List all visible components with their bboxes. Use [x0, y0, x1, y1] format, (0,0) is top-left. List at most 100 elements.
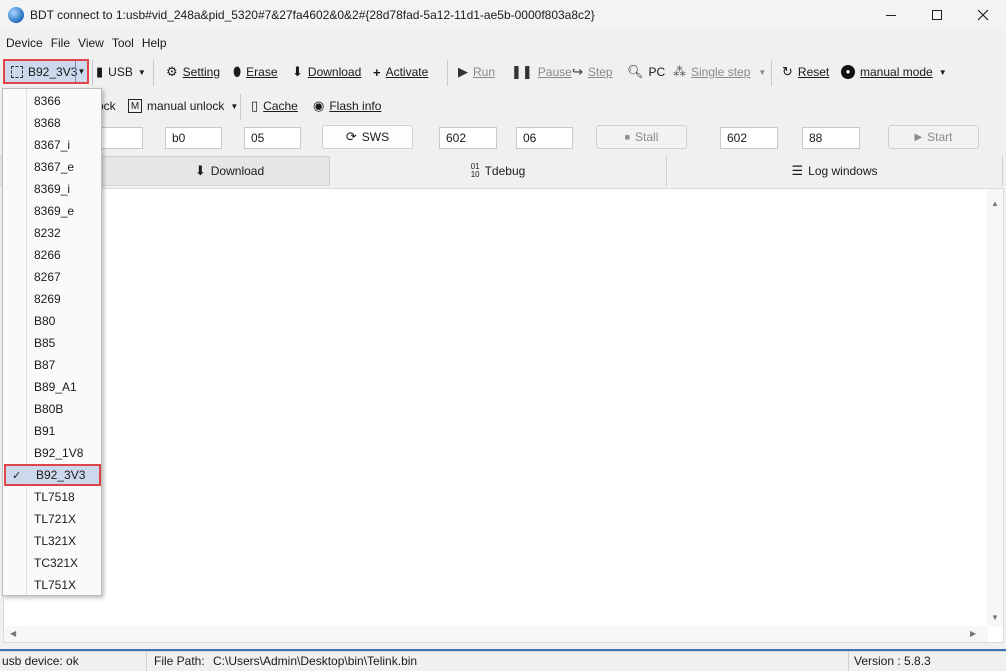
manual-unlock-selector[interactable]: M manual unlock ▼ [128, 94, 238, 118]
menu-tool[interactable]: Tool [112, 36, 134, 50]
footsteps-icon: ⁂ [673, 64, 686, 79]
status-divider [146, 652, 147, 671]
run-button[interactable]: ▶ Run [458, 60, 495, 84]
chip-option[interactable]: B80 [4, 310, 101, 332]
chip-option-label: B89_A1 [34, 380, 77, 394]
chip-option[interactable]: B91 [4, 420, 101, 442]
chip-option[interactable]: 8269 [4, 288, 101, 310]
chip-option-label: TL321X [34, 534, 77, 548]
single-step-selector[interactable]: ⁂ Single step ▼ [673, 60, 766, 84]
usb-selector[interactable]: ▮ USB ▼ [96, 60, 146, 84]
hex-field-5[interactable]: 602 [720, 127, 778, 149]
flash-info-label: Flash info [329, 99, 382, 113]
run-icon: ▶ [458, 64, 468, 79]
scroll-down-icon[interactable]: ▼ [991, 613, 999, 622]
pc-button[interactable]: 🔍︎ PC [627, 60, 665, 84]
file-path-label: File Path: [154, 654, 205, 668]
maximize-icon [932, 10, 942, 20]
erase-button[interactable]: ⬮ Erase [233, 60, 278, 84]
chip-option[interactable]: 8266 [4, 244, 101, 266]
menu-file[interactable]: File [51, 36, 70, 50]
chip-option[interactable]: 8267 [4, 266, 101, 288]
sd-card-icon: ▯ [251, 98, 259, 113]
pause-button[interactable]: ❚❚ Pause [511, 60, 572, 84]
sws-button[interactable]: ⟳ SWS [322, 125, 413, 149]
chip-option[interactable]: B80B [4, 398, 101, 420]
m-icon: M [128, 99, 142, 113]
menu-device[interactable]: Device [6, 36, 43, 50]
vertical-scrollbar[interactable]: ▲ ▼ [987, 189, 1003, 627]
tab-log-windows[interactable]: ☰ Log windows [667, 156, 1003, 186]
sws-label: SWS [361, 130, 390, 144]
toolbar-separator [771, 60, 772, 86]
stall-button[interactable]: ■ Stall [596, 125, 687, 149]
reset-label: Reset [797, 65, 830, 79]
chip-icon [11, 65, 23, 78]
chip-option-label: TL7518 [34, 490, 75, 504]
play-icon: ▶ [914, 131, 923, 143]
minimize-button[interactable] [868, 0, 914, 30]
chip-option[interactable]: 8367_i [4, 134, 101, 156]
chip-option-label: 8267 [34, 270, 61, 284]
chip-option[interactable]: 8368 [4, 112, 101, 134]
hex-field-1[interactable]: b0 [165, 127, 222, 149]
menu-view[interactable]: View [78, 36, 104, 50]
chip-option[interactable]: 8232 [4, 222, 101, 244]
hex-field-3[interactable]: 602 [439, 127, 497, 149]
scroll-up-icon[interactable]: ▲ [991, 199, 999, 208]
app-globe-icon [8, 7, 24, 23]
close-button[interactable] [960, 0, 1006, 30]
chip-option-label: B92_1V8 [34, 446, 84, 460]
cache-button[interactable]: ▯ Cache [251, 94, 298, 118]
content-area[interactable]: ▲ ▼ ◀ ▶ [3, 188, 1004, 643]
chevron-down-icon[interactable]: ▼ [75, 61, 87, 82]
hex-field-6[interactable]: 88 [802, 127, 860, 149]
menu-help[interactable]: Help [142, 36, 167, 50]
tab-tdebug[interactable]: 01 10 Tdebug [330, 156, 667, 186]
erase-label: Erase [246, 65, 278, 79]
run-label: Run [473, 65, 496, 79]
chip-option-label: 8269 [34, 292, 61, 306]
chip-option[interactable]: TL321X [4, 530, 101, 552]
chip-option[interactable]: 8369_e [4, 200, 101, 222]
chip-option[interactable]: B89_A1 [4, 376, 101, 398]
step-button[interactable]: ↪ Step [572, 60, 613, 84]
step-label: Step [587, 65, 613, 79]
setting-button[interactable]: ⚙ Setting [166, 60, 220, 84]
scroll-right-icon[interactable]: ▶ [970, 629, 976, 638]
download-icon: ⬇ [194, 163, 206, 178]
chip-option-label: 8367_i [34, 138, 71, 152]
chip-option[interactable]: TC321X [4, 552, 101, 574]
chip-selector[interactable]: B92_3V3 ▼ [3, 59, 89, 84]
chip-option[interactable]: B92_1V8 [4, 442, 101, 464]
chip-option[interactable]: B85 [4, 332, 101, 354]
download-label: Download [307, 65, 362, 79]
pause-label: Pause [537, 65, 572, 79]
single-step-label: Single step [691, 65, 751, 79]
chip-option[interactable]: ✓ B92_3V3 [4, 464, 101, 486]
reset-button[interactable]: ↻ Reset [782, 60, 829, 84]
hex-field-4[interactable]: 06 [516, 127, 573, 149]
chip-option[interactable]: 8369_i [4, 178, 101, 200]
download-toolbar-button[interactable]: ⬇ Download [292, 60, 361, 84]
usb-icon: ▮ [96, 64, 104, 79]
flash-info-button[interactable]: ◉ Flash info [313, 94, 381, 118]
manual-mode-selector[interactable]: ● manual mode ▼ [841, 60, 947, 84]
scroll-left-icon[interactable]: ◀ [10, 629, 16, 638]
start-button[interactable]: ▶ Start [888, 125, 979, 149]
activate-button[interactable]: + Activate [373, 60, 428, 84]
chip-option[interactable]: B87 [4, 354, 101, 376]
tab-tdebug-label: Tdebug [484, 164, 526, 178]
chip-option[interactable]: TL751X [4, 574, 101, 596]
hex-field-2[interactable]: 05 [244, 127, 301, 149]
refresh-icon: ⟳ [345, 129, 357, 144]
toolbar-separator [92, 60, 93, 86]
chip-option[interactable]: 8366 [4, 90, 101, 112]
chip-option-label: 8366 [34, 94, 61, 108]
maximize-button[interactable] [914, 0, 960, 30]
chip-option[interactable]: TL7518 [4, 486, 101, 508]
chip-option[interactable]: TL721X [4, 508, 101, 530]
address-field[interactable] [97, 127, 143, 149]
horizontal-scrollbar[interactable]: ◀ ▶ [4, 626, 988, 642]
chip-option[interactable]: 8367_e [4, 156, 101, 178]
